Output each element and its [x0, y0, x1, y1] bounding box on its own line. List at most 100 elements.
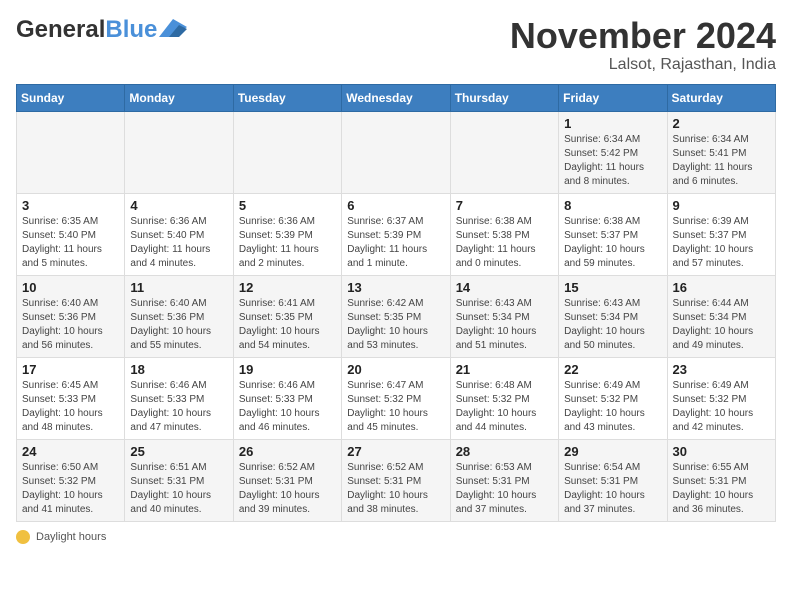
day-number: 26 [239, 444, 336, 459]
week-row-5: 24 Sunrise: 6:50 AM Sunset: 5:32 PM Dayli… [17, 439, 776, 521]
calendar-table: SundayMondayTuesdayWednesdayThursdayFrid… [16, 84, 776, 522]
calendar-cell: 7 Sunrise: 6:38 AM Sunset: 5:38 PM Daylig… [450, 193, 558, 275]
day-number: 29 [564, 444, 661, 459]
calendar-cell: 16 Sunrise: 6:44 AM Sunset: 5:34 PM Dayli… [667, 275, 775, 357]
week-row-3: 10Sunrise: 6:40 AM Sunset: 5:36 PM Dayli… [17, 275, 776, 357]
day-header-friday: Friday [559, 84, 667, 111]
logo-blue: Blue [105, 16, 157, 44]
title-block: November 2024 Lalsot, Rajasthan, India [510, 16, 776, 74]
month-title: November 2024 [510, 16, 776, 56]
calendar-cell: 4 Sunrise: 6:36 AM Sunset: 5:40 PM Daylig… [125, 193, 233, 275]
calendar-cell [125, 111, 233, 193]
day-number: 25 [130, 444, 227, 459]
day-info: Sunrise: 6:53 AM Sunset: 5:31 PM Dayligh… [456, 461, 553, 517]
location: Lalsot, Rajasthan, India [510, 56, 776, 74]
day-info: Sunrise: 6:45 AM Sunset: 5:33 PM Dayligh… [22, 379, 119, 435]
calendar-cell: 22 Sunrise: 6:49 AM Sunset: 5:32 PM Dayli… [559, 357, 667, 439]
calendar-cell: 3Sunrise: 6:35 AM Sunset: 5:40 PM Daylig… [17, 193, 125, 275]
calendar-cell: 18 Sunrise: 6:46 AM Sunset: 5:33 PM Dayli… [125, 357, 233, 439]
calendar-cell: 14 Sunrise: 6:43 AM Sunset: 5:34 PM Dayli… [450, 275, 558, 357]
day-number: 21 [456, 362, 553, 377]
day-info: Sunrise: 6:47 AM Sunset: 5:32 PM Dayligh… [347, 379, 444, 435]
calendar-cell: 12Sunrise: 6:41 AM Sunset: 5:35 PM Dayli… [233, 275, 341, 357]
day-info: Sunrise: 6:49 AM Sunset: 5:32 PM Dayligh… [564, 379, 661, 435]
day-header-thursday: Thursday [450, 84, 558, 111]
day-info: Sunrise: 6:36 AM Sunset: 5:40 PM Dayligh… [130, 215, 227, 271]
day-number: 17 [22, 362, 119, 377]
day-number: 7 [456, 198, 553, 213]
day-info: Sunrise: 6:37 AM Sunset: 5:39 PM Dayligh… [347, 215, 444, 271]
day-info: Sunrise: 6:46 AM Sunset: 5:33 PM Dayligh… [130, 379, 227, 435]
calendar-cell: 6 Sunrise: 6:37 AM Sunset: 5:39 PM Daylig… [342, 193, 450, 275]
day-number: 2 [673, 116, 770, 131]
legend-sun-icon [16, 530, 30, 544]
calendar-cell: 13 Sunrise: 6:42 AM Sunset: 5:35 PM Dayli… [342, 275, 450, 357]
logo-general: General [16, 16, 105, 44]
day-info: Sunrise: 6:34 AM Sunset: 5:41 PM Dayligh… [673, 133, 770, 189]
day-header-saturday: Saturday [667, 84, 775, 111]
calendar-cell [450, 111, 558, 193]
day-number: 20 [347, 362, 444, 377]
week-row-2: 3Sunrise: 6:35 AM Sunset: 5:40 PM Daylig… [17, 193, 776, 275]
day-number: 15 [564, 280, 661, 295]
day-info: Sunrise: 6:40 AM Sunset: 5:36 PM Dayligh… [130, 297, 227, 353]
day-info: Sunrise: 6:40 AM Sunset: 5:36 PM Dayligh… [22, 297, 119, 353]
calendar-cell: 27Sunrise: 6:52 AM Sunset: 5:31 PM Dayli… [342, 439, 450, 521]
calendar-cell: 26 Sunrise: 6:52 AM Sunset: 5:31 PM Dayli… [233, 439, 341, 521]
day-number: 24 [22, 444, 119, 459]
calendar-header-row: SundayMondayTuesdayWednesdayThursdayFrid… [17, 84, 776, 111]
calendar-cell: 15 Sunrise: 6:43 AM Sunset: 5:34 PM Dayli… [559, 275, 667, 357]
day-info: Sunrise: 6:46 AM Sunset: 5:33 PM Dayligh… [239, 379, 336, 435]
day-info: Sunrise: 6:42 AM Sunset: 5:35 PM Dayligh… [347, 297, 444, 353]
day-number: 14 [456, 280, 553, 295]
day-info: Sunrise: 6:39 AM Sunset: 5:37 PM Dayligh… [673, 215, 770, 271]
day-header-sunday: Sunday [17, 84, 125, 111]
day-info: Sunrise: 6:52 AM Sunset: 5:31 PM Dayligh… [239, 461, 336, 517]
day-info: Sunrise: 6:49 AM Sunset: 5:32 PM Dayligh… [673, 379, 770, 435]
day-number: 4 [130, 198, 227, 213]
day-number: 3 [22, 198, 119, 213]
week-row-4: 17 Sunrise: 6:45 AM Sunset: 5:33 PM Dayli… [17, 357, 776, 439]
day-info: Sunrise: 6:38 AM Sunset: 5:38 PM Dayligh… [456, 215, 553, 271]
day-number: 23 [673, 362, 770, 377]
legend: Daylight hours [16, 530, 776, 544]
calendar-cell: 5Sunrise: 6:36 AM Sunset: 5:39 PM Daylig… [233, 193, 341, 275]
day-info: Sunrise: 6:54 AM Sunset: 5:31 PM Dayligh… [564, 461, 661, 517]
calendar-cell: 2 Sunrise: 6:34 AM Sunset: 5:41 PM Daylig… [667, 111, 775, 193]
calendar-cell: 29 Sunrise: 6:54 AM Sunset: 5:31 PM Dayli… [559, 439, 667, 521]
calendar-cell: 11Sunrise: 6:40 AM Sunset: 5:36 PM Dayli… [125, 275, 233, 357]
calendar-cell [233, 111, 341, 193]
day-number: 16 [673, 280, 770, 295]
day-number: 22 [564, 362, 661, 377]
calendar-cell: 19 Sunrise: 6:46 AM Sunset: 5:33 PM Dayli… [233, 357, 341, 439]
day-number: 1 [564, 116, 661, 131]
legend-label: Daylight hours [36, 531, 106, 543]
day-number: 5 [239, 198, 336, 213]
day-number: 9 [673, 198, 770, 213]
day-number: 27 [347, 444, 444, 459]
day-number: 18 [130, 362, 227, 377]
day-header-monday: Monday [125, 84, 233, 111]
day-info: Sunrise: 6:50 AM Sunset: 5:32 PM Dayligh… [22, 461, 119, 517]
day-info: Sunrise: 6:44 AM Sunset: 5:34 PM Dayligh… [673, 297, 770, 353]
day-number: 19 [239, 362, 336, 377]
day-info: Sunrise: 6:43 AM Sunset: 5:34 PM Dayligh… [456, 297, 553, 353]
day-number: 13 [347, 280, 444, 295]
day-number: 6 [347, 198, 444, 213]
calendar-cell: 9 Sunrise: 6:39 AM Sunset: 5:37 PM Daylig… [667, 193, 775, 275]
logo-icon [159, 19, 187, 37]
day-info: Sunrise: 6:48 AM Sunset: 5:32 PM Dayligh… [456, 379, 553, 435]
day-info: Sunrise: 6:43 AM Sunset: 5:34 PM Dayligh… [564, 297, 661, 353]
calendar-cell: 21 Sunrise: 6:48 AM Sunset: 5:32 PM Dayli… [450, 357, 558, 439]
day-header-wednesday: Wednesday [342, 84, 450, 111]
calendar-cell: 25Sunrise: 6:51 AM Sunset: 5:31 PM Dayli… [125, 439, 233, 521]
calendar-cell [17, 111, 125, 193]
calendar-cell: 10Sunrise: 6:40 AM Sunset: 5:36 PM Dayli… [17, 275, 125, 357]
day-info: Sunrise: 6:38 AM Sunset: 5:37 PM Dayligh… [564, 215, 661, 271]
calendar-cell: 20 Sunrise: 6:47 AM Sunset: 5:32 PM Dayli… [342, 357, 450, 439]
week-row-1: 1 Sunrise: 6:34 AM Sunset: 5:42 PM Daylig… [17, 111, 776, 193]
day-info: Sunrise: 6:41 AM Sunset: 5:35 PM Dayligh… [239, 297, 336, 353]
day-info: Sunrise: 6:34 AM Sunset: 5:42 PM Dayligh… [564, 133, 661, 189]
calendar-cell: 23 Sunrise: 6:49 AM Sunset: 5:32 PM Dayli… [667, 357, 775, 439]
calendar-cell: 8Sunrise: 6:38 AM Sunset: 5:37 PM Daylig… [559, 193, 667, 275]
